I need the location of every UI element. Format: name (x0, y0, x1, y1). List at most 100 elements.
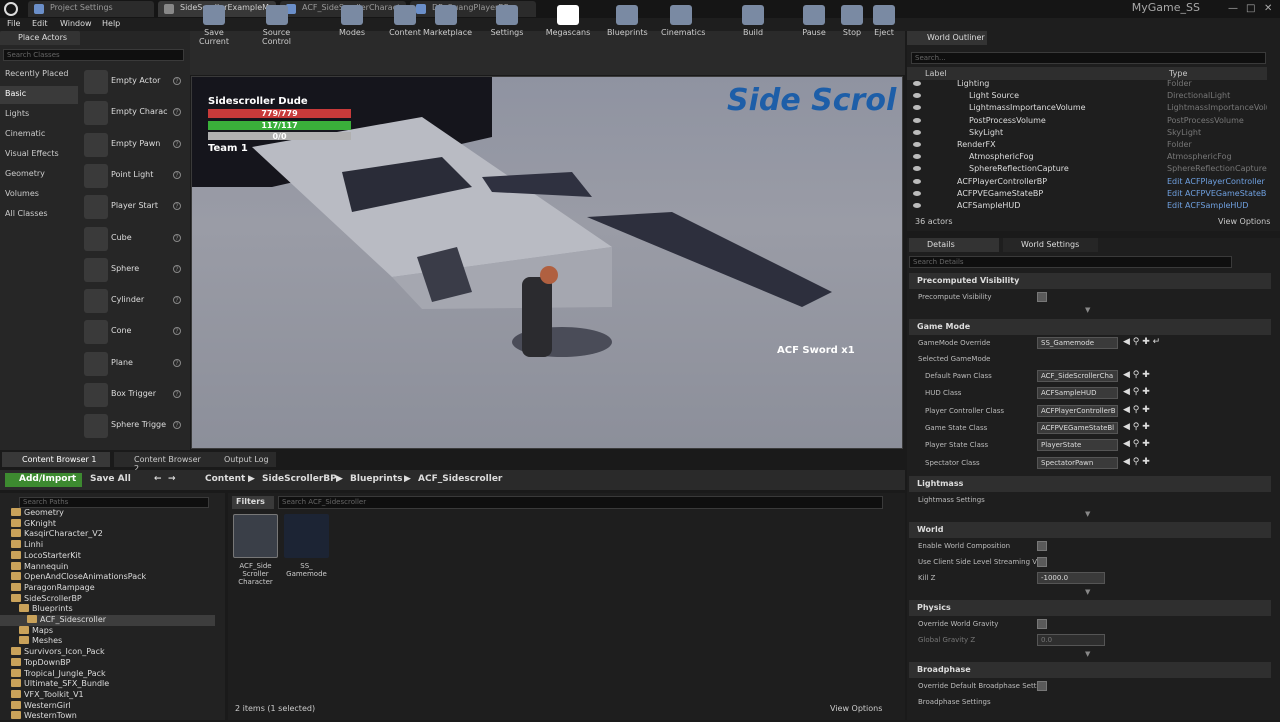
section-broadphase[interactable]: Broadphase (909, 662, 1271, 678)
breadcrumb-content[interactable]: Content (205, 474, 245, 484)
class-combo[interactable]: ACFPVEGameStateBl (1037, 421, 1118, 434)
place-actors-tab[interactable]: Place Actors (0, 31, 80, 45)
breadcrumb-blueprints[interactable]: Blueprints (350, 474, 403, 484)
tab-content-browser-2[interactable]: Content Browser 2 (114, 452, 204, 473)
minimize-button[interactable]: — (1228, 3, 1238, 14)
outliner-row[interactable]: Light Source DirectionalLight (907, 90, 1267, 102)
help-icon[interactable]: ? (173, 327, 181, 336)
outliner-row[interactable]: ACFPVEGameStateBP Edit ACFPVEGameStateBl (907, 188, 1267, 200)
visibility-eye-icon[interactable] (913, 81, 921, 86)
section-world[interactable]: World (909, 522, 1271, 538)
class-combo[interactable]: ACFPlayerControllerB (1037, 404, 1118, 417)
folder-row[interactable]: Mannequin (0, 561, 215, 573)
section-physics[interactable]: Physics (909, 600, 1271, 616)
asset-actions[interactable]: ◀ ⚲ ✚ ↵ (1123, 337, 1160, 347)
outliner-row[interactable]: PostProcessVolume PostProcessVolume (907, 115, 1267, 127)
details-search-input[interactable]: Search Details (909, 256, 1232, 268)
actor-item[interactable]: Box Trigger? (82, 381, 185, 409)
actor-item[interactable]: Empty Pawn? (82, 131, 185, 159)
close-button[interactable]: ✕ (1264, 3, 1272, 14)
tab-world-settings[interactable]: World Settings (1003, 238, 1098, 252)
section-lightmass[interactable]: Lightmass (909, 476, 1271, 492)
class-combo[interactable]: PlayerState (1037, 439, 1118, 452)
tab-content-browser-1[interactable]: Content Browser 1 (2, 452, 110, 467)
asset-ss-gamemode[interactable]: SS_ Gamemode (283, 514, 330, 578)
folder-row[interactable]: SideScrollerBP (0, 593, 215, 605)
help-icon[interactable]: ? (173, 108, 181, 117)
toolbar-build[interactable]: Build (733, 2, 773, 42)
actor-item[interactable]: Sphere Trigge? (82, 412, 185, 440)
level-viewport[interactable]: Side Scrol Sidescroller Dude 779/779 117… (191, 76, 903, 449)
toolbar-source-control[interactable]: Source Control (249, 2, 304, 46)
folder-row[interactable]: Maps (0, 625, 215, 637)
folder-row[interactable]: Blueprints (0, 604, 215, 615)
filters-button[interactable]: Filters (232, 496, 274, 509)
precompute-visibility-checkbox[interactable] (1037, 292, 1047, 302)
outliner-view-options[interactable]: View Options (1218, 217, 1270, 226)
gamemode-override-combo[interactable]: SS_Gamemode (1037, 337, 1118, 349)
breadcrumb-acf-sidescroller[interactable]: ACF_Sidescroller (418, 474, 502, 484)
asset-actions[interactable]: ◀ ⚲ ✚ (1123, 439, 1150, 449)
asset-actions[interactable]: ◀ ⚲ ✚ (1123, 387, 1150, 397)
visibility-eye-icon[interactable] (913, 178, 921, 184)
folder-row[interactable]: Tropical_Jungle_Pack (0, 668, 215, 680)
category-cinematic[interactable]: Cinematic (0, 126, 78, 144)
asset-search-input[interactable]: Search ACF_Sidescroller (278, 496, 883, 509)
add-import-button[interactable]: Add/Import (5, 473, 82, 487)
help-icon[interactable]: ? (173, 170, 181, 179)
toolbar-marketplace[interactable]: Marketplace (423, 2, 472, 42)
asset-actions[interactable]: ◀ ⚲ ✚ (1123, 370, 1150, 380)
kill-z-input[interactable]: -1000.0 (1037, 572, 1105, 584)
outliner-row[interactable]: SphereReflectionCapture SphereReflectionC… (907, 163, 1267, 175)
category-geometry[interactable]: Geometry (0, 166, 78, 184)
outliner-row[interactable]: SkyLight SkyLight (907, 127, 1267, 139)
section-precomputed-visibility[interactable]: Precomputed Visibility (909, 273, 1271, 289)
nav-forward-icon[interactable]: → (168, 474, 176, 484)
toolbar-blueprints[interactable]: Blueprints (607, 2, 648, 42)
toolbar-settings[interactable]: Settings (487, 2, 527, 42)
actor-item[interactable]: Empty Actor? (82, 68, 185, 96)
section-game-mode[interactable]: Game Mode (909, 319, 1271, 335)
help-icon[interactable]: ? (173, 390, 181, 398)
class-combo[interactable]: SpectatorPawn (1037, 456, 1118, 469)
help-icon[interactable]: ? (173, 233, 181, 242)
client-streaming-checkbox[interactable] (1037, 557, 1047, 567)
outliner-row[interactable]: Lighting Folder (907, 78, 1267, 90)
asset-view-options[interactable]: View Options (830, 704, 882, 713)
expand-chevron-icon[interactable]: ▼ (1085, 588, 1090, 596)
outliner-row[interactable]: AtmosphericFog AtmosphericFog (907, 151, 1267, 163)
outliner-row[interactable]: ACFPlayerControllerBP Edit ACFPlayerContr… (907, 176, 1267, 188)
visibility-eye-icon[interactable] (913, 129, 921, 135)
tab-details[interactable]: Details (909, 238, 999, 252)
help-icon[interactable]: ? (173, 358, 181, 367)
outliner-row[interactable]: ACFSampleHUD Edit ACFSampleHUD (907, 200, 1267, 212)
class-search-input[interactable]: Search Classes (3, 49, 184, 61)
help-icon[interactable]: ? (173, 296, 181, 305)
category-recently-placed[interactable]: Recently Placed (0, 66, 78, 84)
tab-project-settings[interactable]: Project Settings (28, 1, 154, 17)
breadcrumb-sidescrollerbp[interactable]: SideScrollerBP (262, 474, 337, 484)
help-icon[interactable]: ? (173, 77, 181, 85)
actor-item[interactable]: Sphere? (82, 256, 185, 284)
visibility-eye-icon[interactable] (913, 154, 921, 160)
asset-actions[interactable]: ◀ ⚲ ✚ (1123, 457, 1150, 467)
folder-row[interactable]: ParagonRampage (0, 582, 215, 594)
actor-item[interactable]: Cylinder? (82, 287, 185, 315)
folder-row[interactable]: Survivors_Icon_Pack (0, 647, 215, 658)
outliner-search-input[interactable]: Search... (911, 52, 1266, 64)
help-icon[interactable]: ? (173, 264, 181, 273)
category-lights[interactable]: Lights (0, 106, 78, 124)
tab-output-log[interactable]: Output Log (204, 452, 276, 467)
menu-window[interactable]: Window (60, 19, 92, 28)
folder-row[interactable]: LocoStarterKit (0, 550, 215, 562)
save-all-button[interactable]: Save All (90, 474, 131, 484)
expand-chevron-icon[interactable]: ▼ (1085, 306, 1090, 314)
class-combo[interactable]: ACF_SideScrollerCha (1037, 370, 1118, 382)
visibility-eye-icon[interactable] (913, 203, 921, 208)
actor-item[interactable]: Player Start? (82, 193, 185, 221)
asset-actions[interactable]: ◀ ⚲ ✚ (1123, 405, 1150, 415)
outliner-row[interactable]: LightmassImportanceVolume LightmassImport… (907, 102, 1267, 114)
class-combo[interactable]: ACFSampleHUD (1037, 387, 1118, 400)
menu-help[interactable]: Help (102, 19, 120, 28)
toolbar-modes[interactable]: Modes (332, 2, 372, 42)
